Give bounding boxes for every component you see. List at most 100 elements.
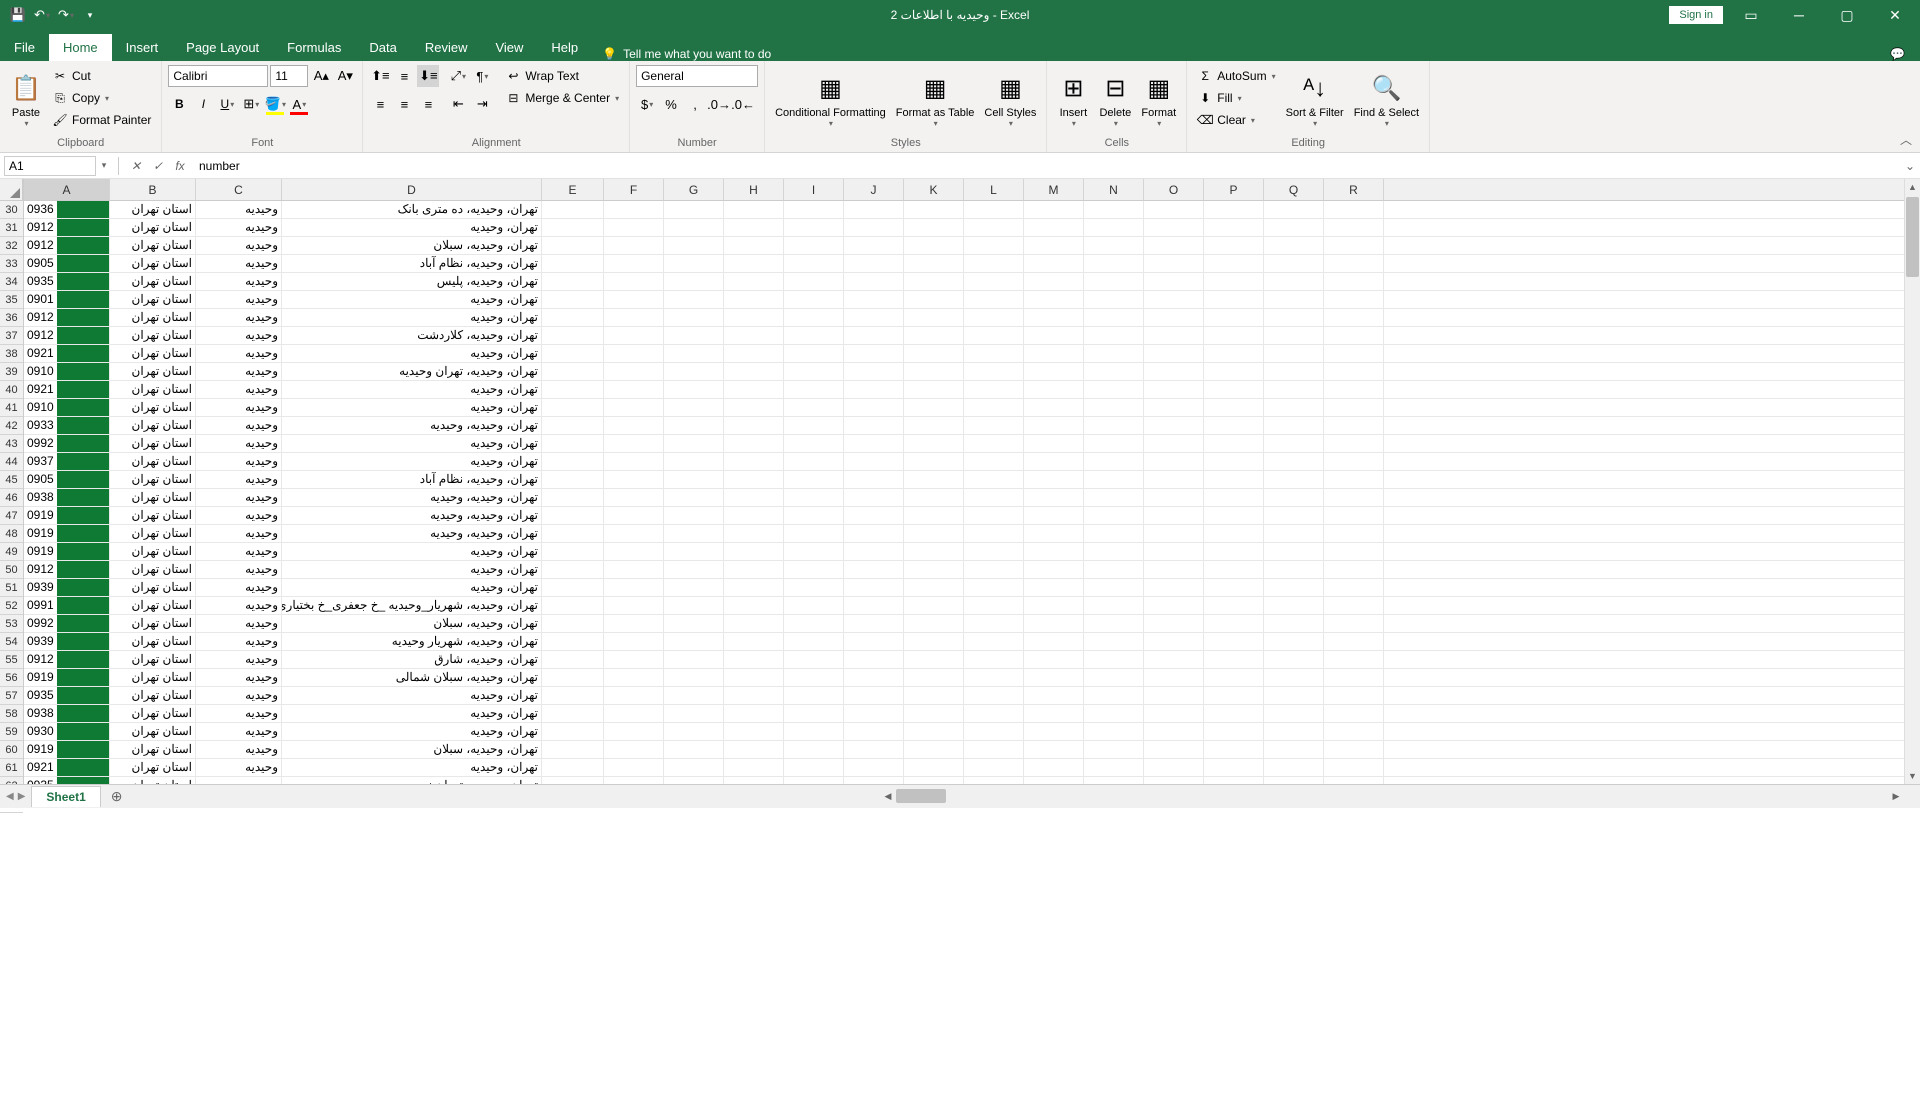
cell[interactable]	[1324, 291, 1384, 308]
cell[interactable]	[724, 435, 784, 452]
cell[interactable]	[724, 237, 784, 254]
cell[interactable]	[1084, 723, 1144, 740]
cell[interactable]	[542, 219, 604, 236]
cell[interactable]	[542, 417, 604, 434]
cell[interactable]: وحیدیه	[196, 345, 282, 362]
cell[interactable]	[844, 597, 904, 614]
col-header-F[interactable]: F	[604, 179, 664, 200]
cell[interactable]	[1204, 327, 1264, 344]
cell[interactable]	[1264, 255, 1324, 272]
cell[interactable]	[1024, 381, 1084, 398]
cell[interactable]	[1204, 723, 1264, 740]
cell[interactable]	[1024, 741, 1084, 758]
cell[interactable]	[724, 381, 784, 398]
cell[interactable]	[1024, 597, 1084, 614]
cell[interactable]	[1144, 435, 1204, 452]
cell[interactable]: تهران، وحیدیه، سبلان شمالی	[282, 669, 542, 686]
cell[interactable]	[964, 453, 1024, 470]
cell[interactable]	[844, 417, 904, 434]
save-icon[interactable]: 💾	[10, 7, 26, 23]
cell[interactable]	[1264, 579, 1324, 596]
cell[interactable]	[844, 543, 904, 560]
clear-button[interactable]: ⌫Clear▾	[1193, 109, 1279, 131]
cell[interactable]	[1024, 417, 1084, 434]
copy-button[interactable]: ⎘Copy▾	[48, 87, 155, 109]
cell[interactable]	[964, 741, 1024, 758]
find-select-button[interactable]: 🔍Find & Select▾	[1350, 65, 1423, 135]
cell[interactable]	[724, 633, 784, 650]
cell[interactable]	[1144, 219, 1204, 236]
cell[interactable]	[1204, 777, 1264, 784]
insert-cells-button[interactable]: ⊞Insert▾	[1053, 65, 1093, 135]
cell[interactable]: 0938	[24, 705, 110, 722]
cell[interactable]: تهران، وحیدیه، سبلان	[282, 741, 542, 758]
cell[interactable]	[844, 237, 904, 254]
cell[interactable]	[724, 669, 784, 686]
redo-icon[interactable]: ↷▾	[58, 7, 74, 23]
cell[interactable]	[1024, 345, 1084, 362]
cell[interactable]	[844, 435, 904, 452]
cell[interactable]	[1204, 687, 1264, 704]
cell[interactable]	[904, 615, 964, 632]
cell[interactable]: تهران، وحیدیه، شهریار_وحیدیه _خ جعفری_خ …	[282, 597, 542, 614]
cell[interactable]: وحیدیه	[196, 507, 282, 524]
cell[interactable]	[964, 363, 1024, 380]
cell[interactable]	[964, 381, 1024, 398]
cell[interactable]	[1084, 705, 1144, 722]
fill-button[interactable]: ⬇Fill▾	[1193, 87, 1279, 109]
col-header-A[interactable]: A	[24, 179, 110, 200]
cell[interactable]	[1024, 291, 1084, 308]
cell[interactable]	[724, 399, 784, 416]
cell[interactable]: استان تهران	[110, 651, 196, 668]
cell[interactable]	[542, 327, 604, 344]
increase-font-icon[interactable]: A▴	[310, 65, 332, 87]
cell[interactable]: استان تهران	[110, 381, 196, 398]
cell[interactable]	[844, 489, 904, 506]
cell[interactable]	[964, 255, 1024, 272]
cell[interactable]	[604, 615, 664, 632]
cell[interactable]	[1264, 237, 1324, 254]
cell[interactable]: استان تهران	[110, 741, 196, 758]
cell[interactable]	[1024, 255, 1084, 272]
col-header-O[interactable]: O	[1144, 179, 1204, 200]
cell[interactable]	[964, 543, 1024, 560]
cell[interactable]	[604, 399, 664, 416]
cell[interactable]	[1324, 687, 1384, 704]
cell[interactable]	[604, 561, 664, 578]
cell[interactable]: تهران، وحیدیه، وحیدیه	[282, 525, 542, 542]
cell[interactable]	[1324, 543, 1384, 560]
decrease-font-icon[interactable]: A▾	[334, 65, 356, 87]
cell[interactable]: استان تهران	[110, 759, 196, 776]
orientation-icon[interactable]: ⤢▾	[447, 65, 469, 87]
cell[interactable]	[1264, 615, 1324, 632]
cell[interactable]	[542, 777, 604, 784]
cell[interactable]	[1084, 399, 1144, 416]
cell[interactable]	[964, 219, 1024, 236]
cell[interactable]: تهران، وحیدیه	[282, 381, 542, 398]
cell[interactable]	[784, 687, 844, 704]
cell[interactable]	[724, 741, 784, 758]
cell[interactable]	[664, 741, 724, 758]
cell[interactable]	[1024, 363, 1084, 380]
cell[interactable]	[604, 453, 664, 470]
col-header-K[interactable]: K	[904, 179, 964, 200]
cell[interactable]	[1084, 507, 1144, 524]
cell[interactable]	[844, 633, 904, 650]
cell[interactable]: 0992	[24, 615, 110, 632]
tab-data[interactable]: Data	[355, 34, 410, 61]
cell[interactable]: استان تهران	[110, 219, 196, 236]
cell[interactable]	[844, 255, 904, 272]
cell[interactable]	[964, 777, 1024, 784]
border-button[interactable]: ⊞▾	[240, 93, 262, 115]
row-header[interactable]: 44	[0, 453, 23, 471]
cell[interactable]	[1324, 507, 1384, 524]
align-center-icon[interactable]: ≡	[393, 93, 415, 115]
cell[interactable]	[1324, 615, 1384, 632]
cell[interactable]: وحیدیه	[196, 237, 282, 254]
cell[interactable]	[724, 273, 784, 290]
col-header-L[interactable]: L	[964, 179, 1024, 200]
cell[interactable]	[844, 471, 904, 488]
cell[interactable]	[542, 435, 604, 452]
cell[interactable]	[844, 453, 904, 470]
cell[interactable]	[724, 489, 784, 506]
